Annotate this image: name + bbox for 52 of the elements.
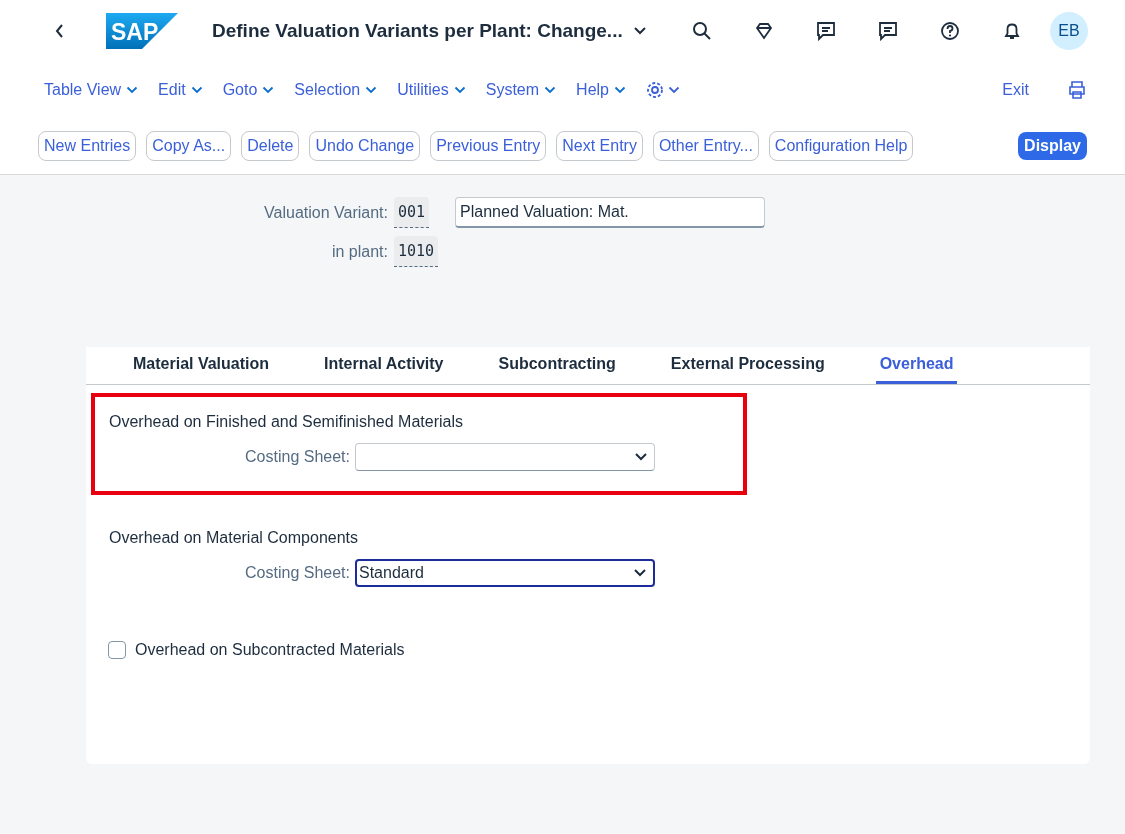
exit-button[interactable]: Exit [1002, 81, 1029, 99]
field-label: Costing Sheet: [244, 564, 350, 582]
menu-item[interactable]: Goto [222, 81, 275, 99]
input-field[interactable]: 001 [394, 197, 430, 228]
checkbox-label: Overhead on Subcontracted Materials [135, 641, 405, 659]
app-title: Define Valuation Variants per Plant: Change... [212, 20, 623, 42]
section-title: Overhead on Material Components [109, 529, 360, 547]
chevron-down-icon [634, 452, 648, 462]
toolbar-button[interactable]: Delete [241, 131, 300, 161]
toolbar-button[interactable]: Configuration Help [768, 131, 914, 161]
chevron-down-icon [126, 86, 139, 94]
chat-icon[interactable] [876, 19, 900, 43]
toolbar-button[interactable]: New Entries [38, 131, 137, 161]
chevron-down-icon [544, 86, 557, 94]
dropdown-field[interactable] [355, 443, 655, 471]
help-icon[interactable] [938, 19, 962, 43]
menu-item[interactable]: System [485, 81, 557, 99]
field-label: Valuation Variant: [263, 203, 388, 222]
display-button[interactable]: Display [1018, 132, 1087, 160]
chevron-down-icon [614, 86, 626, 94]
settings-icon[interactable] [646, 80, 682, 100]
menu-item[interactable]: Table View [44, 81, 139, 99]
dropdown-field[interactable]: Standard [355, 559, 655, 587]
chevron-down-icon [262, 86, 275, 94]
chevron-down-icon[interactable] [632, 26, 647, 36]
tab[interactable]: Material Valuation [129, 347, 274, 384]
field-label: in plant: [330, 242, 388, 261]
tab[interactable]: Overhead [875, 347, 958, 384]
field-label: Costing Sheet: [244, 448, 350, 466]
menu-item[interactable]: Utilities [397, 81, 466, 99]
checkbox[interactable] [108, 641, 126, 659]
logo-icon: SAP [106, 13, 178, 49]
chevron-down-icon [190, 86, 203, 94]
description-field[interactable]: Planned Valuation: Mat. [455, 197, 766, 228]
section-title: Overhead on Finished and Semifinished Materials [109, 413, 464, 431]
toolbar-button[interactable]: Previous Entry [430, 131, 547, 161]
toolbar-button[interactable]: Other Entry... [652, 131, 759, 161]
chat-icon[interactable] [814, 19, 838, 43]
input-field[interactable]: 1010 [394, 236, 439, 267]
toolbar-button[interactable]: Next Entry [556, 131, 643, 161]
menu-item[interactable]: Edit [158, 81, 203, 99]
toolbar-button[interactable]: Undo Change [309, 131, 421, 161]
chevron-down-icon [453, 86, 466, 94]
chevron-down-icon [633, 568, 647, 578]
menu-item[interactable]: Help [576, 81, 626, 99]
toolbar-button[interactable]: Copy As... [146, 131, 232, 161]
menu-item[interactable]: Selection [294, 81, 378, 99]
user-avatar[interactable]: EB [1050, 12, 1088, 50]
tab[interactable]: Internal Activity [320, 347, 448, 384]
tab[interactable]: External Processing [666, 347, 829, 384]
chevron-down-icon [365, 86, 378, 94]
tab[interactable]: Subcontracting [494, 347, 620, 384]
